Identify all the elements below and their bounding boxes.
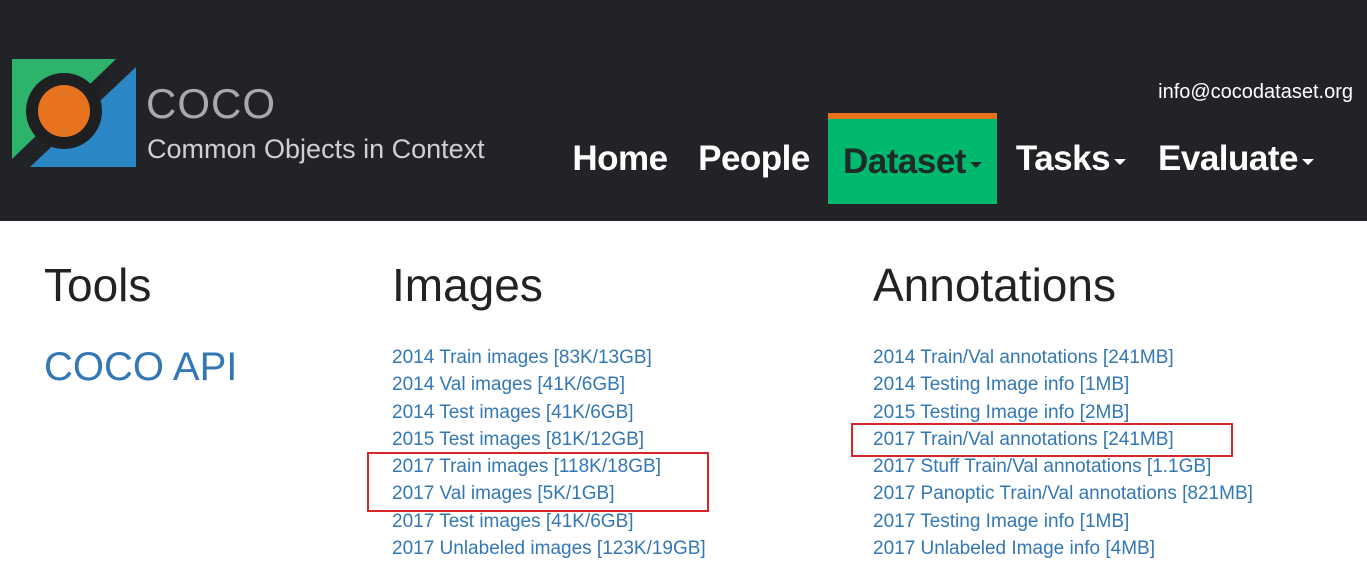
list-item: 2014 Train images [83K/13GB] <box>392 344 706 371</box>
list-item: 2014 Train/Val annotations [241MB] <box>873 344 1253 371</box>
nav-people[interactable]: People <box>688 113 820 204</box>
image-download-link[interactable]: 2014 Train images [83K/13GB] <box>392 347 652 368</box>
nav-tasks-label: Tasks <box>1015 138 1111 178</box>
coco-api-link[interactable]: COCO API <box>44 342 237 392</box>
list-item: 2015 Testing Image info [2MB] <box>873 399 1253 426</box>
list-item: 2014 Test images [41K/6GB] <box>392 399 706 426</box>
annotation-download-link[interactable]: 2017 Stuff Train/Val annotations [1.1GB] <box>873 456 1211 477</box>
site-header: COCO Common Objects in Context info@coco… <box>0 0 1367 221</box>
nav-evaluate-label: Evaluate <box>1158 138 1298 178</box>
list-item: 2017 Testing Image info [1MB] <box>873 508 1253 535</box>
list-item: 2017 Unlabeled images [123K/19GB] <box>392 535 706 562</box>
image-download-link[interactable]: 2017 Unlabeled images [123K/19GB] <box>392 538 706 559</box>
annotation-download-link[interactable]: 2017 Panoptic Train/Val annotations [821… <box>873 483 1253 504</box>
list-item: 2014 Val images [41K/6GB] <box>392 371 706 398</box>
annotation-download-link[interactable]: 2014 Train/Val annotations [241MB] <box>873 347 1174 368</box>
contact-email-link[interactable]: info@cocodataset.org <box>1158 80 1353 104</box>
nav-dataset-label: Dataset <box>843 141 966 181</box>
nav-home-label: Home <box>572 138 668 178</box>
image-download-link[interactable]: 2014 Val images [41K/6GB] <box>392 374 625 395</box>
list-item: 2014 Testing Image info [1MB] <box>873 371 1253 398</box>
annotation-download-link[interactable]: 2017 Testing Image info [1MB] <box>873 511 1129 532</box>
list-item: 2017 Stuff Train/Val annotations [1.1GB] <box>873 453 1253 480</box>
list-item: 2015 Test images [81K/12GB] <box>392 426 706 453</box>
highlight-box-2017-annotations <box>851 423 1233 457</box>
annotation-download-link[interactable]: 2015 Testing Image info [2MB] <box>873 402 1129 423</box>
nav-home[interactable]: Home <box>560 113 680 204</box>
chevron-down-icon <box>1114 158 1127 165</box>
coco-logo[interactable] <box>12 59 136 169</box>
chevron-down-icon <box>1301 158 1314 165</box>
tools-heading: Tools <box>44 259 152 311</box>
annotation-download-link[interactable]: 2017 Unlabeled Image info [4MB] <box>873 538 1155 559</box>
highlight-box-2017-images <box>367 452 709 512</box>
images-heading: Images <box>392 259 543 311</box>
nav-people-label: People <box>698 138 810 178</box>
nav-tasks[interactable]: Tasks <box>1004 113 1138 204</box>
nav-evaluate[interactable]: Evaluate <box>1146 113 1326 204</box>
chevron-down-icon <box>969 161 982 168</box>
list-item: 2017 Panoptic Train/Val annotations [821… <box>873 480 1253 507</box>
brand-title[interactable]: COCO <box>146 80 276 128</box>
annotations-heading: Annotations <box>873 259 1116 311</box>
nav-dataset[interactable]: Dataset <box>828 113 997 204</box>
list-item: 2017 Unlabeled Image info [4MB] <box>873 535 1253 562</box>
brand-subtitle: Common Objects in Context <box>147 134 485 164</box>
annotation-download-link[interactable]: 2014 Testing Image info [1MB] <box>873 374 1129 395</box>
image-download-link[interactable]: 2014 Test images [41K/6GB] <box>392 402 634 423</box>
image-download-link[interactable]: 2015 Test images [81K/12GB] <box>392 429 644 450</box>
image-download-link[interactable]: 2017 Test images [41K/6GB] <box>392 511 634 532</box>
